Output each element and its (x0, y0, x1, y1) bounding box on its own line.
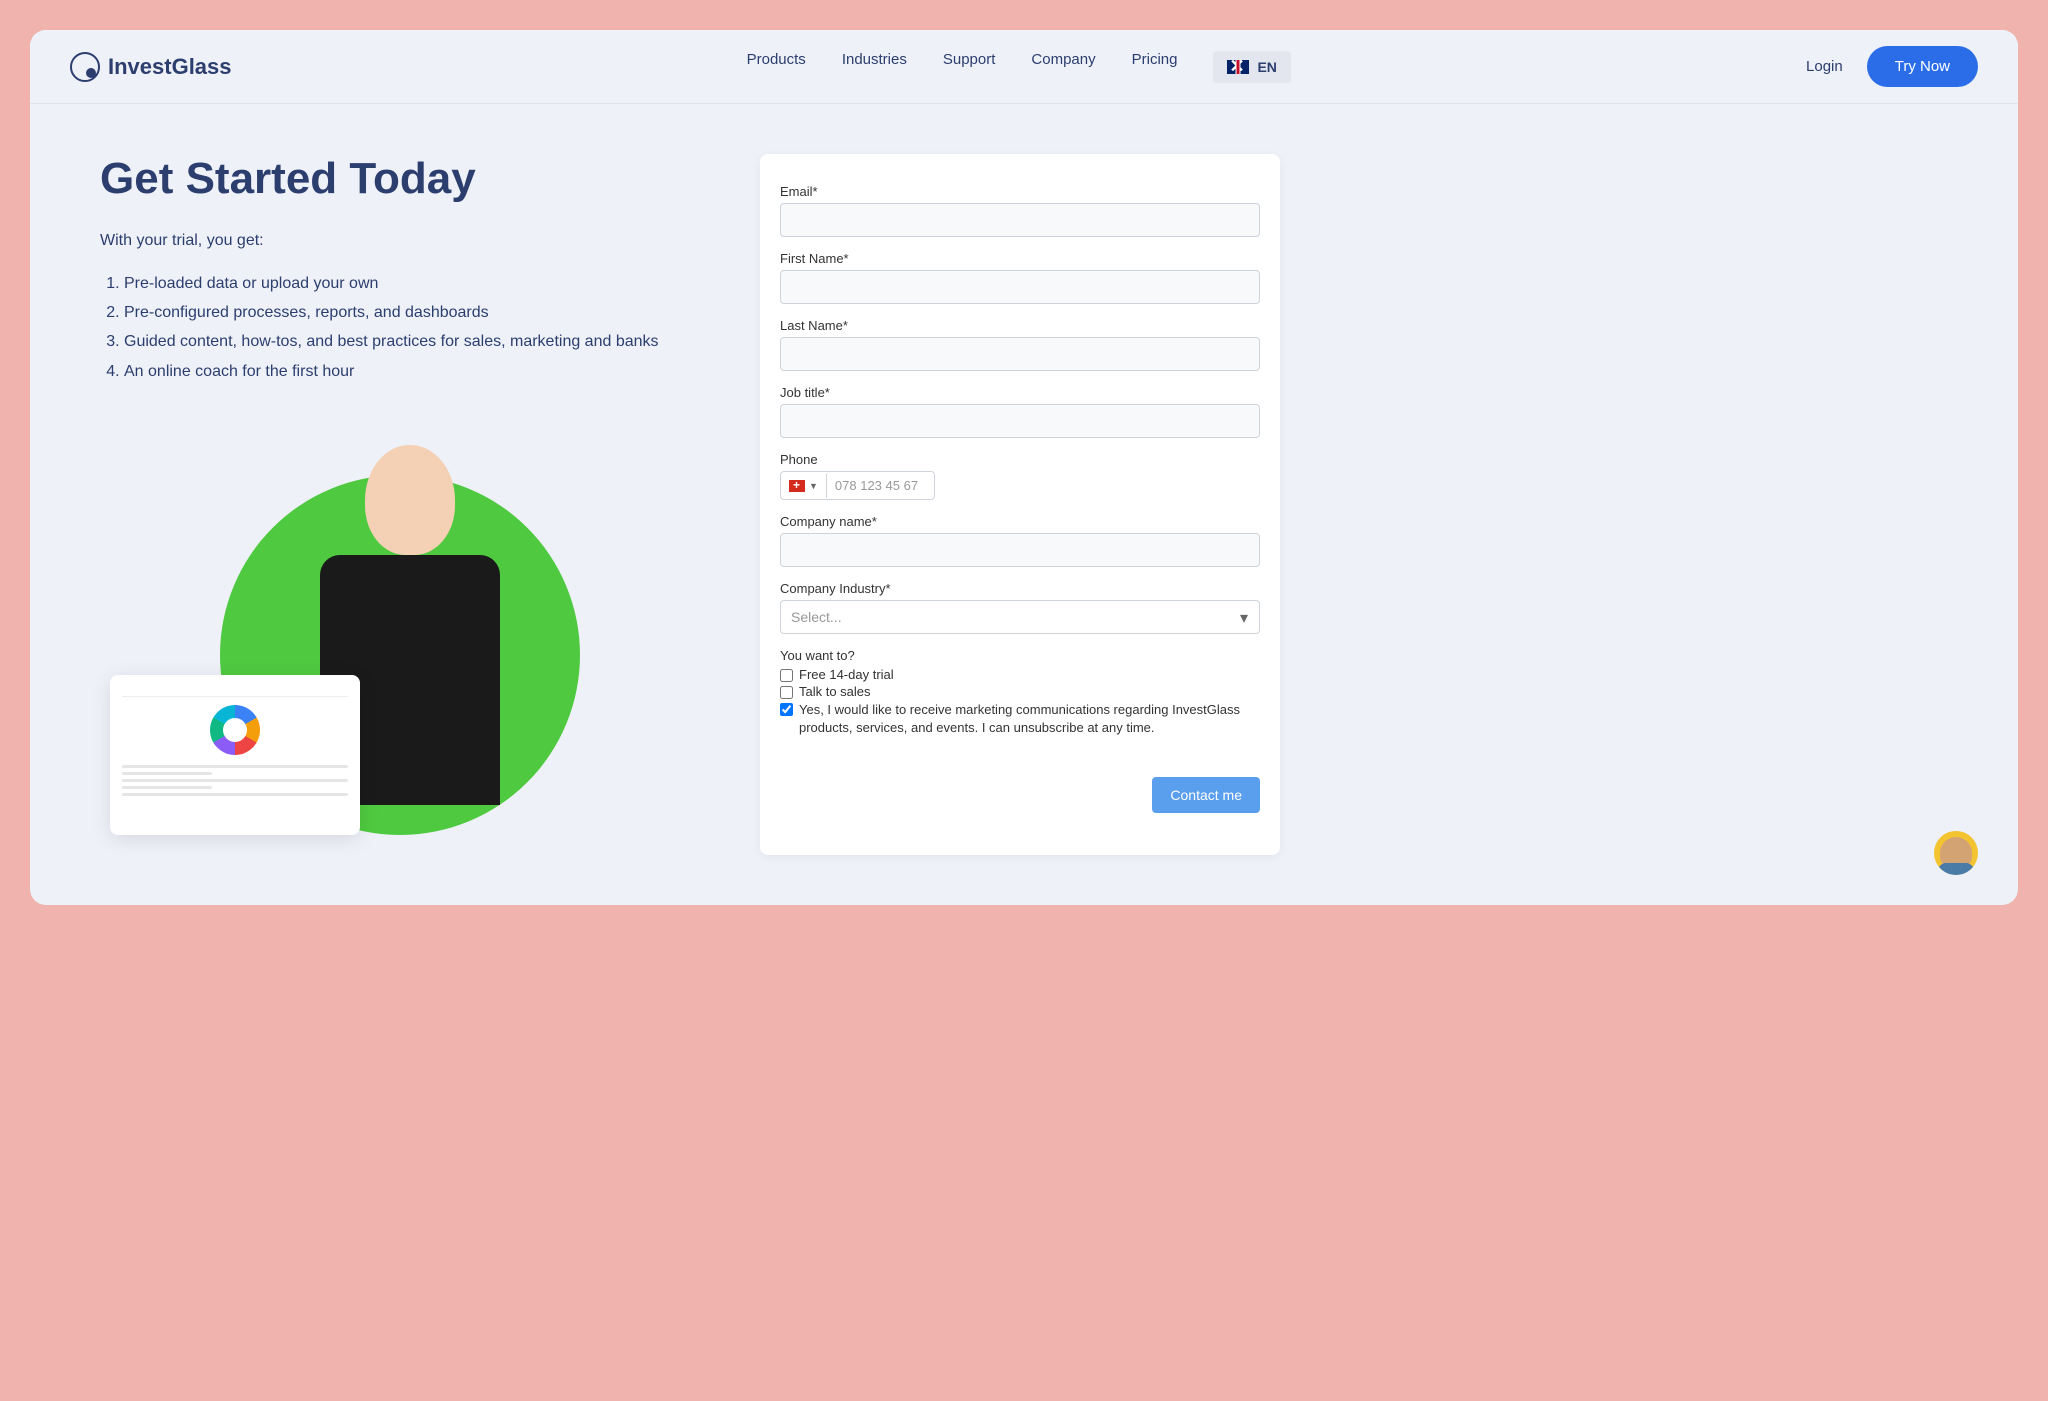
left-column: Get Started Today With your trial, you g… (100, 154, 680, 855)
phone-country-selector[interactable]: ▼ (781, 474, 827, 498)
email-input[interactable] (780, 203, 1260, 237)
firstname-input[interactable] (780, 270, 1260, 304)
jobtitle-input[interactable] (780, 404, 1260, 438)
phone-field: ▼ (780, 471, 935, 500)
company-label: Company name* (780, 514, 1260, 529)
email-label: Email* (780, 184, 1260, 199)
submit-button[interactable]: Contact me (1152, 777, 1260, 813)
nav-support[interactable]: Support (943, 51, 996, 83)
nav-pricing[interactable]: Pricing (1132, 51, 1178, 83)
brand-name: InvestGlass (108, 54, 232, 80)
uk-flag-icon (1227, 60, 1249, 74)
language-code: EN (1257, 59, 1276, 75)
try-now-button[interactable]: Try Now (1867, 46, 1978, 87)
page-title: Get Started Today (100, 154, 680, 204)
nav-industries[interactable]: Industries (842, 51, 907, 83)
hero-image (100, 415, 680, 855)
nav-products[interactable]: Products (747, 51, 806, 83)
logo-icon (70, 52, 100, 82)
avatar-icon (1940, 837, 1972, 869)
industry-label: Company Industry* (780, 581, 1260, 596)
chevron-down-icon: ▼ (809, 481, 818, 491)
feature-item: Pre-configured processes, reports, and d… (124, 299, 680, 326)
nav-company[interactable]: Company (1031, 51, 1095, 83)
talk-sales-checkbox[interactable] (780, 686, 793, 699)
phone-input[interactable] (827, 472, 935, 499)
login-link[interactable]: Login (1806, 58, 1843, 75)
content: Get Started Today With your trial, you g… (30, 104, 2018, 905)
jobtitle-label: Job title* (780, 385, 1260, 400)
header-right: Login Try Now (1806, 46, 1978, 87)
swiss-flag-icon (789, 480, 805, 492)
company-input[interactable] (780, 533, 1260, 567)
subtitle: With your trial, you get: (100, 232, 680, 250)
main-nav: Products Industries Support Company Pric… (747, 51, 1291, 83)
consent-label: Yes, I would like to receive marketing c… (799, 701, 1260, 737)
trial-checkbox[interactable] (780, 669, 793, 682)
talk-sales-label: Talk to sales (799, 684, 871, 699)
laptop-mockup (110, 675, 360, 835)
lastname-input[interactable] (780, 337, 1260, 371)
phone-label: Phone (780, 452, 1260, 467)
header: InvestGlass Products Industries Support … (30, 30, 2018, 104)
consent-checkbox[interactable] (780, 703, 793, 716)
signup-form: Email* First Name* Last Name* Job title*… (760, 154, 1280, 855)
lastname-label: Last Name* (780, 318, 1260, 333)
feature-list: Pre-loaded data or upload your own Pre-c… (100, 270, 680, 385)
feature-item: Guided content, how-tos, and best practi… (124, 328, 680, 355)
chat-widget[interactable] (1934, 831, 1978, 875)
feature-item: An online coach for the first hour (124, 358, 680, 385)
feature-item: Pre-loaded data or upload your own (124, 270, 680, 297)
language-selector[interactable]: EN (1213, 51, 1290, 83)
logo[interactable]: InvestGlass (70, 52, 232, 82)
want-label: You want to? (780, 648, 1260, 663)
firstname-label: First Name* (780, 251, 1260, 266)
industry-select[interactable]: Select... (780, 600, 1260, 634)
trial-label: Free 14-day trial (799, 667, 894, 682)
donut-chart-icon (210, 705, 260, 755)
